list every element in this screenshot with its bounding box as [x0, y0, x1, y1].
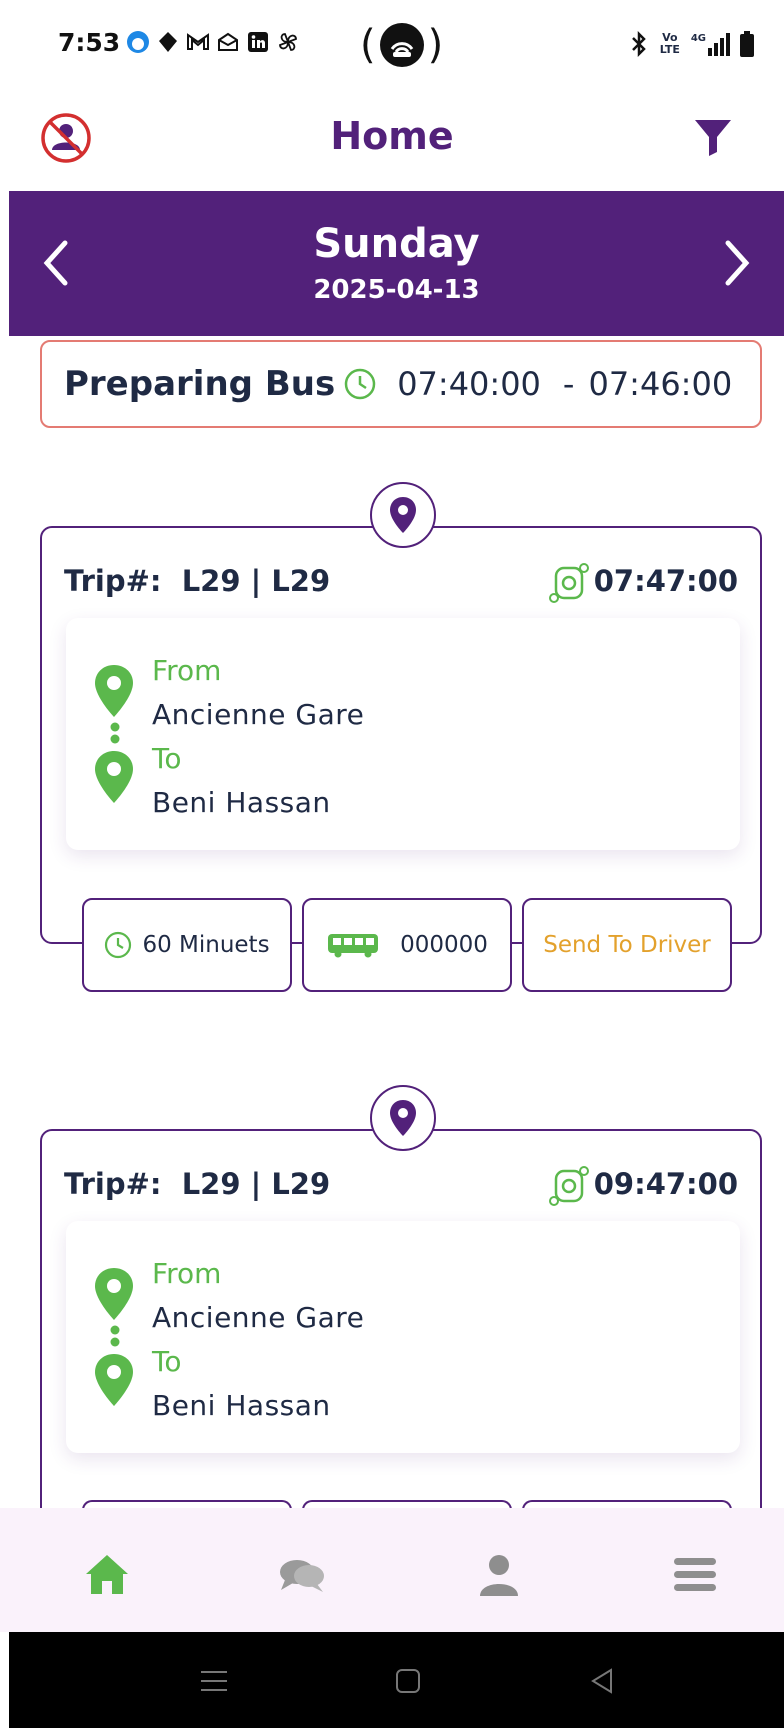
- origin-station: Ancienne Gare: [152, 698, 365, 731]
- bus-number-chip: 000000: [302, 898, 512, 992]
- cast-icon: [379, 23, 424, 67]
- route-connector-icon: [110, 1325, 120, 1347]
- system-navigation-bar: [9, 1632, 784, 1728]
- trip-time: 09:47:00: [593, 1167, 738, 1201]
- app-header: Home: [0, 100, 784, 190]
- preparing-end-time: 07:46:00: [588, 365, 733, 403]
- cloud-icon: [127, 31, 149, 53]
- location-pin-icon: [390, 1100, 416, 1136]
- trip-number-label: Trip#:: [64, 1167, 162, 1201]
- profile-icon[interactable]: [474, 1550, 524, 1600]
- gmail-icon: [187, 33, 209, 50]
- trip-number: Trip#: L29 | L29: [64, 564, 330, 598]
- page-title: Home: [330, 114, 454, 158]
- preparing-separator: -: [562, 365, 575, 403]
- bus-number: 000000: [400, 932, 488, 958]
- status-bar: 7:53 ( ) Vo LTE 4G: [0, 0, 784, 90]
- menu-icon[interactable]: [670, 1550, 720, 1600]
- trip-id: L29 | L29: [181, 1167, 331, 1201]
- trip-duration: 60 Minuets: [142, 932, 270, 958]
- origin-station: Ancienne Gare: [152, 1301, 365, 1334]
- origin-pin-icon: [95, 665, 133, 717]
- trip-location-badge: [370, 1085, 436, 1151]
- duration-chip: 60 Minuets: [82, 898, 292, 992]
- to-label: To: [152, 742, 182, 775]
- from-label: From: [152, 1257, 222, 1290]
- origin-pin-icon: [95, 1268, 133, 1320]
- network-label: 4G: [690, 32, 706, 44]
- selected-day: Sunday: [313, 221, 480, 267]
- route-details: From Ancienne Gare To Beni Hassan: [66, 618, 740, 850]
- signal-4g-icon: 4G: [690, 32, 730, 56]
- route-icon: [549, 563, 589, 603]
- chat-icon[interactable]: [277, 1550, 327, 1600]
- battery-icon: [740, 31, 754, 57]
- trip-time: 07:47:00: [593, 564, 738, 598]
- trip-id: L29 | L29: [181, 564, 331, 598]
- destination-pin-icon: [95, 751, 133, 803]
- screen-cast-indicator: ( ): [360, 22, 444, 68]
- bottom-navigation: [0, 1508, 784, 1632]
- clock-icon: [105, 931, 132, 959]
- home-button[interactable]: [393, 1666, 423, 1696]
- to-label: To: [152, 1345, 182, 1378]
- route-icon: [549, 1166, 589, 1206]
- route-connector-icon: [110, 722, 120, 744]
- trip-card[interactable]: Trip#: L29 | L29 09:47:00 From Ancienne …: [40, 1085, 762, 1547]
- back-button[interactable]: [587, 1666, 617, 1696]
- destination-station: Beni Hassan: [152, 786, 331, 819]
- preparing-label: Preparing Bus: [64, 364, 336, 404]
- mail-open-icon: [218, 32, 238, 51]
- date-selector: Sunday 2025-04-13: [9, 191, 784, 336]
- notification-icons: [126, 30, 300, 54]
- bus-icon: [328, 934, 379, 958]
- diamond-icon: [159, 32, 177, 52]
- system-status-icons: Vo LTE 4G: [629, 30, 754, 58]
- filter-icon[interactable]: [692, 116, 734, 158]
- location-pin-icon: [390, 497, 416, 533]
- trip-number-label: Trip#:: [64, 564, 162, 598]
- volte-icon: Vo LTE: [659, 31, 680, 56]
- trip-location-badge: [370, 482, 436, 548]
- next-day-button[interactable]: [714, 235, 758, 291]
- destination-pin-icon: [95, 1354, 133, 1406]
- pinwheel-icon: [279, 33, 297, 51]
- preparing-start-time: 07:40:00: [397, 365, 541, 403]
- selected-date: 2025-04-13: [313, 275, 480, 305]
- clock-icon: [344, 368, 376, 400]
- linkedin-icon: [248, 32, 268, 52]
- send-to-driver-label: Send To Driver: [543, 932, 711, 958]
- preparing-bus-banner: Preparing Bus 07:40:00 - 07:46:00: [40, 340, 762, 428]
- status-time: 7:53: [58, 28, 121, 57]
- home-icon[interactable]: [82, 1550, 132, 1600]
- bluetooth-icon: [631, 30, 646, 58]
- send-to-driver-button[interactable]: Send To Driver: [522, 898, 732, 992]
- route-details: From Ancienne Gare To Beni Hassan: [66, 1221, 740, 1453]
- destination-station: Beni Hassan: [152, 1389, 331, 1422]
- from-label: From: [152, 654, 222, 687]
- trip-number: Trip#: L29 | L29: [64, 1167, 330, 1201]
- recents-button[interactable]: [199, 1666, 229, 1696]
- trip-card[interactable]: Trip#: L29 | L29 07:47:00 From Ancienne …: [40, 482, 762, 944]
